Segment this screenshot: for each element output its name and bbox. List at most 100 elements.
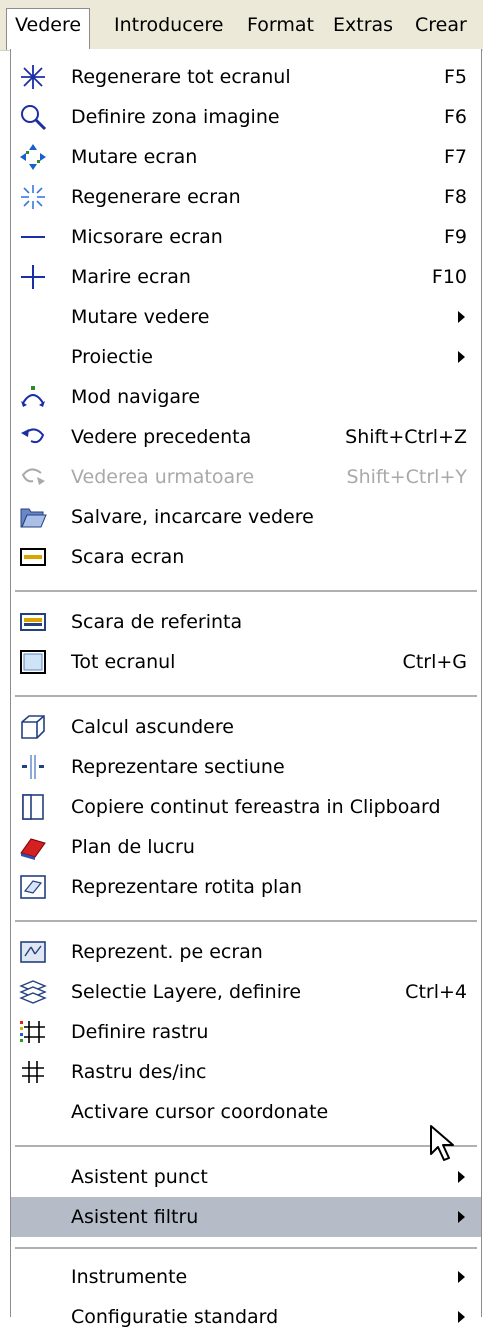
menu-item-proiectie[interactable]: Proiectie: [11, 337, 481, 377]
menu-separator: [15, 1247, 477, 1249]
grid-define-icon: [20, 1021, 45, 1043]
shortcut-text: F9: [443, 226, 467, 248]
menu-item-label: Reprezentare rotita plan: [71, 876, 303, 898]
menu-item-label: Copiere continut fereastra in Clipboard: [71, 796, 441, 818]
minus-icon: [21, 236, 45, 238]
menu-item-salvare-incarcare-vedere[interactable]: Salvare, incarcare vedere: [11, 497, 481, 537]
menu-item-label: Salvare, incarcare vedere: [71, 506, 314, 528]
menu-separator: [15, 590, 477, 592]
menu-item-label: Plan de lucru: [71, 836, 195, 858]
menu-item-mutare-ecran[interactable]: Mutare ecran F7: [11, 137, 481, 177]
ruler-reference-icon: [20, 613, 46, 631]
submenu-arrow-icon: [458, 1211, 465, 1223]
menu-item-label: Tot ecranul: [71, 651, 176, 673]
work-plane-icon: [20, 838, 46, 860]
menu-item-scara-ecran[interactable]: Scara ecran: [11, 537, 481, 577]
menu-item-micsorare-ecran[interactable]: Micsorare ecran F9: [11, 217, 481, 257]
menu-introducere[interactable]: Introducere: [106, 8, 231, 42]
menu-extras[interactable]: Extras: [325, 8, 401, 42]
menu-separator: [15, 1145, 477, 1147]
menu-crear[interactable]: Crear: [407, 8, 475, 42]
menu-item-activare-cursor-coordonate[interactable]: Activare cursor coordonate: [11, 1092, 481, 1132]
menu-item-calcul-ascundere[interactable]: Calcul ascundere: [11, 707, 481, 747]
menu-item-label: Selectie Layere, definire: [71, 981, 302, 1003]
menu-item-definire-zona-imagine[interactable]: Definire zona imagine F6: [11, 97, 481, 137]
menu-item-mutare-vedere[interactable]: Mutare vedere: [11, 297, 481, 337]
menu-item-asistent-punct[interactable]: Asistent punct: [11, 1157, 481, 1197]
cube-icon: [21, 715, 45, 739]
copy-window-icon: [22, 794, 44, 820]
menu-separator: [15, 695, 477, 697]
plus-icon: [21, 265, 45, 289]
shortcut-text: F6: [443, 106, 467, 128]
menu-item-label: Definire rastru: [71, 1021, 209, 1043]
menu-item-reprezentare-sectiune[interactable]: Reprezentare sectiune: [11, 747, 481, 787]
shortcut-text: Shift+Ctrl+Z: [345, 426, 467, 448]
shortcut-text: F10: [431, 266, 467, 288]
menu-item-regenerare-tot-ecranul[interactable]: Regenerare tot ecranul F5: [11, 57, 481, 97]
menu-item-label: Regenerare tot ecranul: [71, 66, 291, 88]
menu-item-reprezentare-rotita-plan[interactable]: Reprezentare rotita plan: [11, 867, 481, 907]
menu-item-vederea-urmatoare[interactable]: Vederea urmatoare Shift+Ctrl+Y: [11, 457, 481, 497]
submenu-arrow-icon: [458, 1311, 465, 1323]
asterisk-icon: [21, 65, 45, 89]
menu-item-regenerare-ecran[interactable]: Regenerare ecran F8: [11, 177, 481, 217]
menu-item-label: Regenerare ecran: [71, 186, 241, 208]
grid-icon: [22, 1061, 44, 1083]
menu-item-rastru-des-inc[interactable]: Rastru des/inc: [11, 1052, 481, 1092]
menu-item-label: Asistent punct: [71, 1166, 208, 1188]
screen-display-icon: [20, 941, 46, 963]
folder-open-icon: [20, 508, 47, 528]
menu-item-label: Configuratie standard: [71, 1306, 279, 1328]
undo-arrow-icon: [21, 428, 45, 444]
vedere-dropdown-menu: Regenerare tot ecranul F5 Definire zona …: [10, 49, 482, 1328]
menu-item-label: Marire ecran: [71, 266, 191, 288]
menu-item-label: Definire zona imagine: [71, 106, 280, 128]
submenu-arrow-icon: [458, 351, 465, 363]
redo-arrow-icon: [21, 468, 45, 485]
menu-item-label: Mutare vedere: [71, 306, 210, 328]
menu-item-instrumente[interactable]: Instrumente: [11, 1257, 481, 1297]
layers-icon: [19, 980, 47, 1004]
menu-item-label: Mutare ecran: [71, 146, 198, 168]
pan-arrows-icon: [20, 144, 46, 170]
menu-item-configuratie-standard[interactable]: Configuratie standard: [11, 1297, 481, 1337]
mouse-pointer-icon: [430, 1125, 454, 1161]
menu-item-selectie-layere-definire[interactable]: Selectie Layere, definire Ctrl+4: [11, 972, 481, 1012]
menu-item-mod-navigare[interactable]: Mod navigare: [11, 377, 481, 417]
submenu-arrow-icon: [458, 1271, 465, 1283]
submenu-arrow-icon: [458, 1171, 465, 1183]
menu-item-label: Rastru des/inc: [71, 1061, 207, 1083]
sparkle-icon: [21, 185, 45, 209]
menu-item-label: Reprezentare sectiune: [71, 756, 285, 778]
menu-item-label: Scara de referinta: [71, 611, 243, 633]
menu-item-label: Mod navigare: [71, 386, 201, 408]
menu-item-vedere-precedenta[interactable]: Vedere precedenta Shift+Ctrl+Z: [11, 417, 481, 457]
rotated-plane-icon: [20, 875, 46, 899]
menu-item-copiere-continut-fereastra[interactable]: Copiere continut fereastra in Clipboard: [11, 787, 481, 827]
menu-vedere[interactable]: Vedere: [6, 8, 91, 50]
menu-item-label: Proiectie: [71, 346, 153, 368]
menu-item-label: Instrumente: [71, 1266, 188, 1288]
fullscreen-icon: [20, 650, 46, 674]
menu-item-asistent-filtru[interactable]: Asistent filtru: [11, 1197, 481, 1237]
menu-item-definire-rastru[interactable]: Definire rastru: [11, 1012, 481, 1052]
menu-item-label: Reprezent. pe ecran: [71, 941, 263, 963]
menu-item-plan-de-lucru[interactable]: Plan de lucru: [11, 827, 481, 867]
ruler-icon: [20, 548, 46, 566]
menu-item-reprezent-pe-ecran[interactable]: Reprezent. pe ecran: [11, 932, 481, 972]
menu-item-scara-de-referinta[interactable]: Scara de referinta: [11, 602, 481, 642]
menu-item-label: Activare cursor coordonate: [71, 1101, 329, 1123]
menu-item-label: Vedere precedenta: [71, 426, 252, 448]
menu-item-marire-ecran[interactable]: Marire ecran F10: [11, 257, 481, 297]
menu-item-tot-ecranul[interactable]: Tot ecranul Ctrl+G: [11, 642, 481, 682]
shortcut-text: Ctrl+4: [405, 981, 467, 1003]
menu-item-label: Vederea urmatoare: [71, 466, 255, 488]
menu-format[interactable]: Format: [239, 8, 322, 42]
menu-item-label: Asistent filtru: [71, 1206, 199, 1228]
shortcut-text: F8: [443, 186, 467, 208]
menu-separator: [15, 920, 477, 922]
section-icon: [22, 755, 44, 779]
menu-item-label: Calcul ascundere: [71, 716, 234, 738]
menu-item-label: Scara ecran: [71, 546, 185, 568]
